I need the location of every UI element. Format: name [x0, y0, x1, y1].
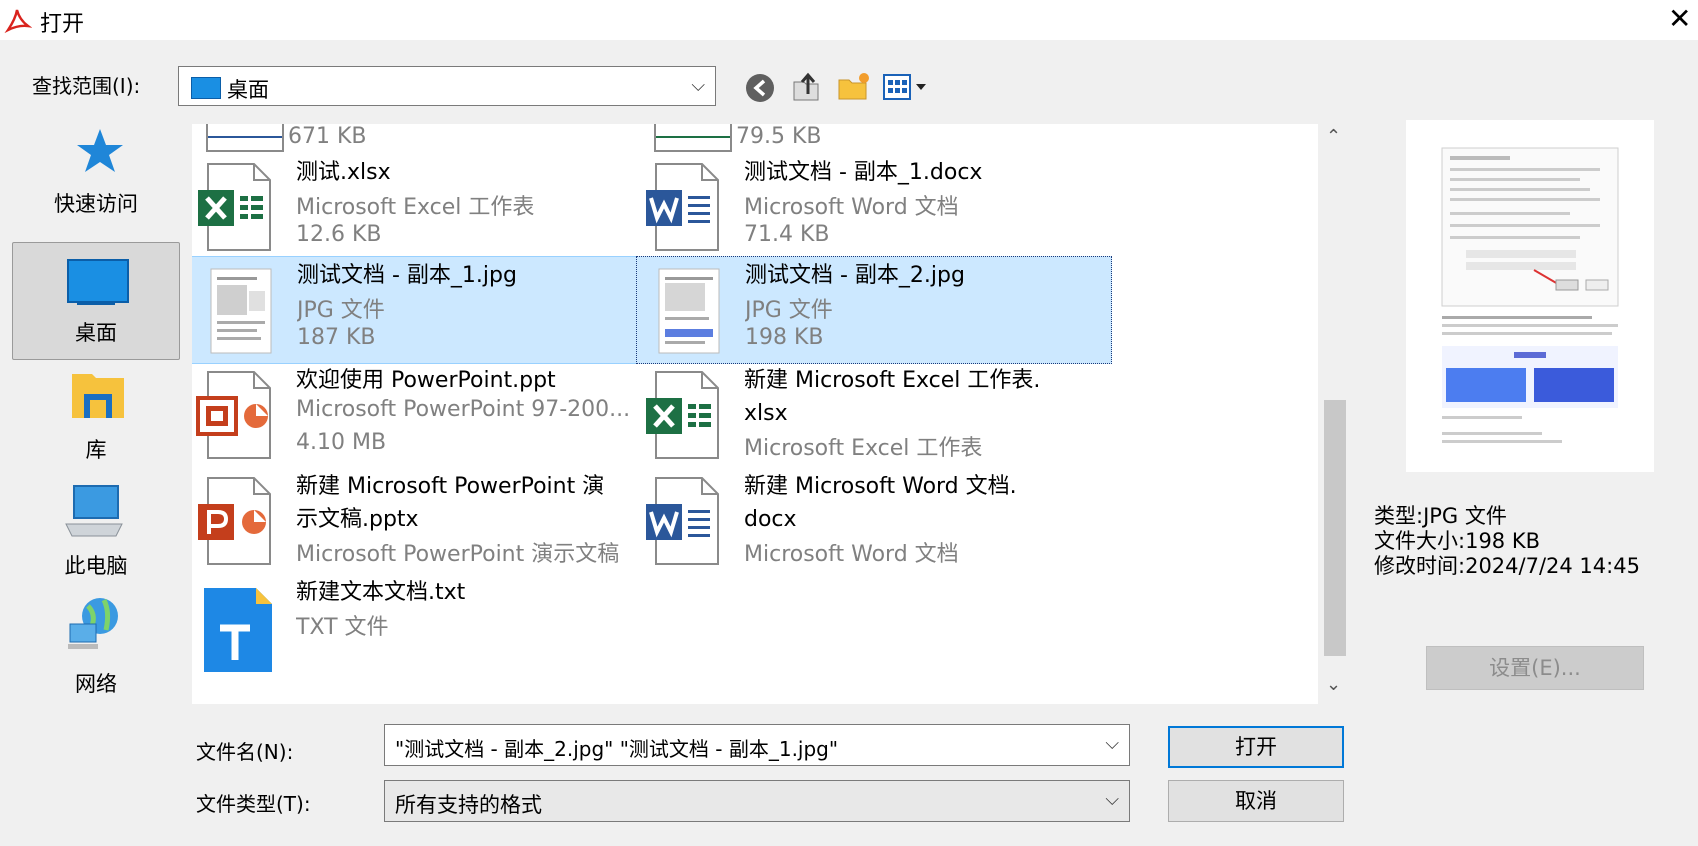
image-thumbnail [197, 265, 277, 355]
back-icon[interactable] [744, 72, 776, 108]
word-icon [644, 476, 724, 566]
image-thumbnail [645, 265, 725, 355]
file-list-scrollbar[interactable]: ⌃ ⌄ [1318, 124, 1352, 704]
cancel-button[interactable]: 取消 [1168, 780, 1344, 822]
file-item[interactable]: 测试.xlsx Microsoft Excel 工作表 12.6 KB [192, 154, 664, 262]
close-button[interactable]: ✕ [1668, 2, 1691, 35]
settings-button[interactable]: 设置(E)... [1426, 646, 1644, 690]
scroll-up-icon[interactable]: ⌃ [1326, 126, 1341, 147]
word-icon [644, 162, 724, 252]
file-item[interactable]: 新建 Microsoft Word 文档. docx Microsoft Wor… [636, 468, 1112, 576]
partial-file-icon [654, 124, 732, 152]
scroll-thumb[interactable] [1324, 400, 1346, 656]
library-icon [70, 368, 126, 426]
excel-icon [196, 162, 276, 252]
filetype-select[interactable]: 所有支持的格式 ⌵ [384, 780, 1130, 822]
filetype-value: 所有支持的格式 [395, 793, 542, 817]
filename-label: 文件名(N): [196, 740, 294, 764]
open-button[interactable]: 打开 [1168, 726, 1344, 768]
file-item-focused[interactable]: 测试文档 - 副本_2.jpg JPG 文件 198 KB [636, 256, 1112, 364]
desktop-icon [191, 77, 221, 99]
lookin-combo[interactable]: 桌面 ⌵ [178, 66, 716, 106]
file-item[interactable]: 新建 Microsoft PowerPoint 演 示文稿.pptx Micro… [192, 468, 664, 576]
network-icon [66, 596, 126, 656]
chevron-down-icon[interactable]: ⌵ [1105, 789, 1119, 810]
file-size: 671 KB [288, 124, 367, 149]
chevron-down-icon: ⌵ [691, 75, 705, 96]
powerpoint-icon [196, 476, 276, 566]
desktop-stand [77, 301, 115, 305]
file-item[interactable]: 新建文本文档.txt TXT 文件 [192, 574, 664, 682]
chevron-down-icon[interactable]: ⌵ [1105, 733, 1119, 754]
filename-value: "测试文档 - 副本_2.jpg" "测试文档 - 副本_1.jpg" [395, 737, 839, 761]
partial-file-icon [206, 124, 284, 152]
lookin-label: 查找范围(I): [32, 74, 141, 98]
file-item-selected[interactable]: 测试文档 - 副本_1.jpg JPG 文件 187 KB [192, 256, 664, 364]
places-bar: 快速访问 桌面 库 此电脑 网络 [8, 114, 184, 718]
title-bar [0, 0, 1698, 40]
computer-icon [62, 484, 126, 544]
file-item[interactable]: 新建 Microsoft Excel 工作表. xlsx Microsoft E… [636, 362, 1112, 470]
new-folder-icon[interactable] [836, 70, 872, 108]
desktop-icon [67, 259, 129, 303]
window-title: 打开 [40, 12, 85, 37]
pdf-app-icon [4, 6, 33, 38]
file-list[interactable]: 671 KB 79.5 KB 测试.xlsx Microsoft Excel 工… [192, 124, 1318, 704]
place-desktop[interactable]: 桌面 [12, 242, 180, 360]
file-item[interactable]: 欢迎使用 PowerPoint.ppt Microsoft PowerPoint… [192, 362, 664, 470]
place-library[interactable]: 库 [12, 362, 180, 480]
filename-input[interactable]: "测试文档 - 副本_2.jpg" "测试文档 - 副本_1.jpg" ⌵ [384, 724, 1130, 766]
place-quick-access[interactable]: 快速访问 [12, 116, 180, 234]
filetype-label: 文件类型(T): [196, 792, 311, 816]
view-menu-icon[interactable] [882, 72, 934, 106]
excel-icon [644, 370, 724, 460]
file-size: 79.5 KB [736, 124, 822, 149]
place-network[interactable]: 网络 [12, 592, 180, 710]
lookin-value: 桌面 [227, 78, 269, 102]
preview-image [1406, 120, 1654, 472]
text-icon [196, 582, 276, 672]
file-size-row: 文件大小:198 KB [1374, 529, 1541, 553]
preview-info: 类型:JPG 文件 文件大小:198 KB 修改时间:2024/7/24 14:… [1374, 504, 1640, 579]
place-this-pc[interactable]: 此电脑 [12, 478, 180, 596]
scroll-down-icon[interactable]: ⌄ [1326, 674, 1341, 695]
modified-time-row: 修改时间:2024/7/24 14:45 [1374, 554, 1640, 578]
file-item[interactable]: 测试文档 - 副本_1.docx Microsoft Word 文档 71.4 … [636, 154, 1112, 262]
file-type-row: 类型:JPG 文件 [1374, 504, 1507, 528]
star-icon [74, 126, 126, 182]
powerpoint-legacy-icon [196, 370, 276, 460]
up-folder-icon[interactable] [790, 70, 824, 108]
